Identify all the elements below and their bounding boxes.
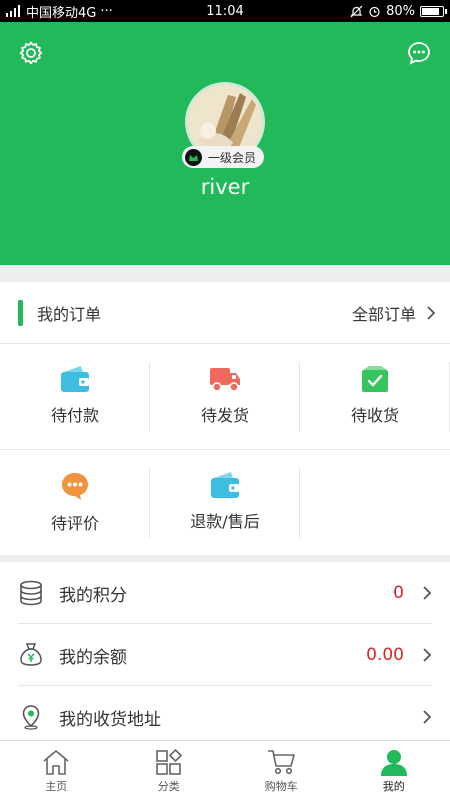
bottom-tab-bar: 主页 分类 购物车 我的 (0, 740, 450, 800)
points-row[interactable]: 我的积分 0 (0, 562, 450, 624)
section-accent-bar (18, 299, 23, 326)
tab-home[interactable]: 主页 (0, 741, 113, 800)
signal-icon (6, 5, 20, 17)
balance-value: 0.00 (366, 645, 404, 665)
divider (149, 362, 150, 432)
battery-percent: 80% (386, 3, 415, 19)
alarm-icon (369, 6, 380, 17)
order-status-label: 退款/售后 (190, 512, 260, 531)
account-list: 我的积分 0 我的余额 0.00 我的收货地址 (0, 562, 450, 740)
status-right: 80% (350, 3, 447, 19)
database-icon (20, 580, 42, 606)
profile-header: 一级会员 river (0, 22, 450, 265)
status-bar: 中国移动4G ··· 11:04 80% (0, 0, 450, 22)
tab-cart[interactable]: 购物车 (225, 741, 338, 800)
divider (149, 468, 150, 538)
divider (299, 468, 300, 538)
mute-bell-icon (350, 5, 363, 17)
home-icon (43, 749, 69, 775)
chevron-right-icon (423, 648, 432, 662)
checked-box-icon (362, 366, 388, 392)
tab-category[interactable]: 分类 (113, 741, 226, 800)
address-label: 我的收货地址 (59, 709, 161, 730)
member-level-label: 一级会员 (208, 150, 257, 165)
settings-gear-icon[interactable] (18, 40, 44, 66)
order-pending-receipt[interactable]: 待收货 (300, 344, 450, 449)
tab-label: 购物车 (264, 779, 298, 793)
divider (299, 362, 300, 432)
orders-title: 我的订单 (37, 304, 102, 324)
order-pending-review[interactable]: 待评价 (0, 450, 150, 555)
chevron-right-icon (423, 586, 432, 600)
orders-header: 我的订单 全部订单 (0, 282, 450, 344)
points-label: 我的积分 (59, 585, 127, 606)
order-status-grid: 待付款 待发货 待收货 待评价 退款/售后 (0, 344, 450, 555)
chevron-right-icon (423, 710, 432, 724)
points-value: 0 (393, 583, 404, 603)
wallet-icon (61, 366, 89, 392)
balance-row[interactable]: 我的余额 0.00 (0, 624, 450, 686)
order-pending-shipment[interactable]: 待发货 (150, 344, 300, 449)
cart-icon (268, 749, 296, 774)
money-bag-icon (20, 643, 42, 666)
notification-dots: ··· (100, 3, 113, 19)
all-orders-link[interactable]: 全部订单 (352, 301, 436, 325)
clock: 11:04 (206, 3, 244, 19)
user-icon (380, 749, 407, 776)
order-status-label: 待收货 (350, 406, 399, 425)
username: river (200, 175, 250, 199)
order-status-label: 待付款 (50, 406, 99, 425)
location-pin-icon (22, 705, 40, 730)
tab-label: 分类 (157, 779, 180, 793)
order-pending-payment[interactable]: 待付款 (0, 344, 150, 449)
message-icon[interactable] (406, 40, 432, 66)
wallet-icon (211, 472, 239, 498)
address-row[interactable]: 我的收货地址 (0, 686, 450, 748)
status-left: 中国移动4G ··· (6, 2, 113, 21)
balance-label: 我的余额 (59, 647, 127, 668)
tab-mine[interactable]: 我的 (338, 741, 450, 800)
member-level-badge: 一级会员 (182, 146, 265, 168)
order-status-label: 待评价 (50, 514, 99, 533)
carrier-label: 中国移动4G (26, 5, 97, 21)
truck-icon (210, 368, 240, 392)
tab-label: 我的 (382, 779, 405, 793)
battery-icon (420, 5, 447, 17)
all-orders-label: 全部订单 (351, 304, 416, 324)
divider (0, 449, 450, 450)
member-crown-icon (185, 148, 202, 166)
chevron-right-icon (427, 305, 436, 320)
chat-bubble-icon (62, 473, 88, 500)
order-status-label: 待发货 (200, 406, 249, 425)
category-grid-icon (155, 748, 182, 775)
tab-label: 主页 (45, 779, 68, 793)
order-refund-aftersale[interactable]: 退款/售后 (150, 450, 300, 555)
